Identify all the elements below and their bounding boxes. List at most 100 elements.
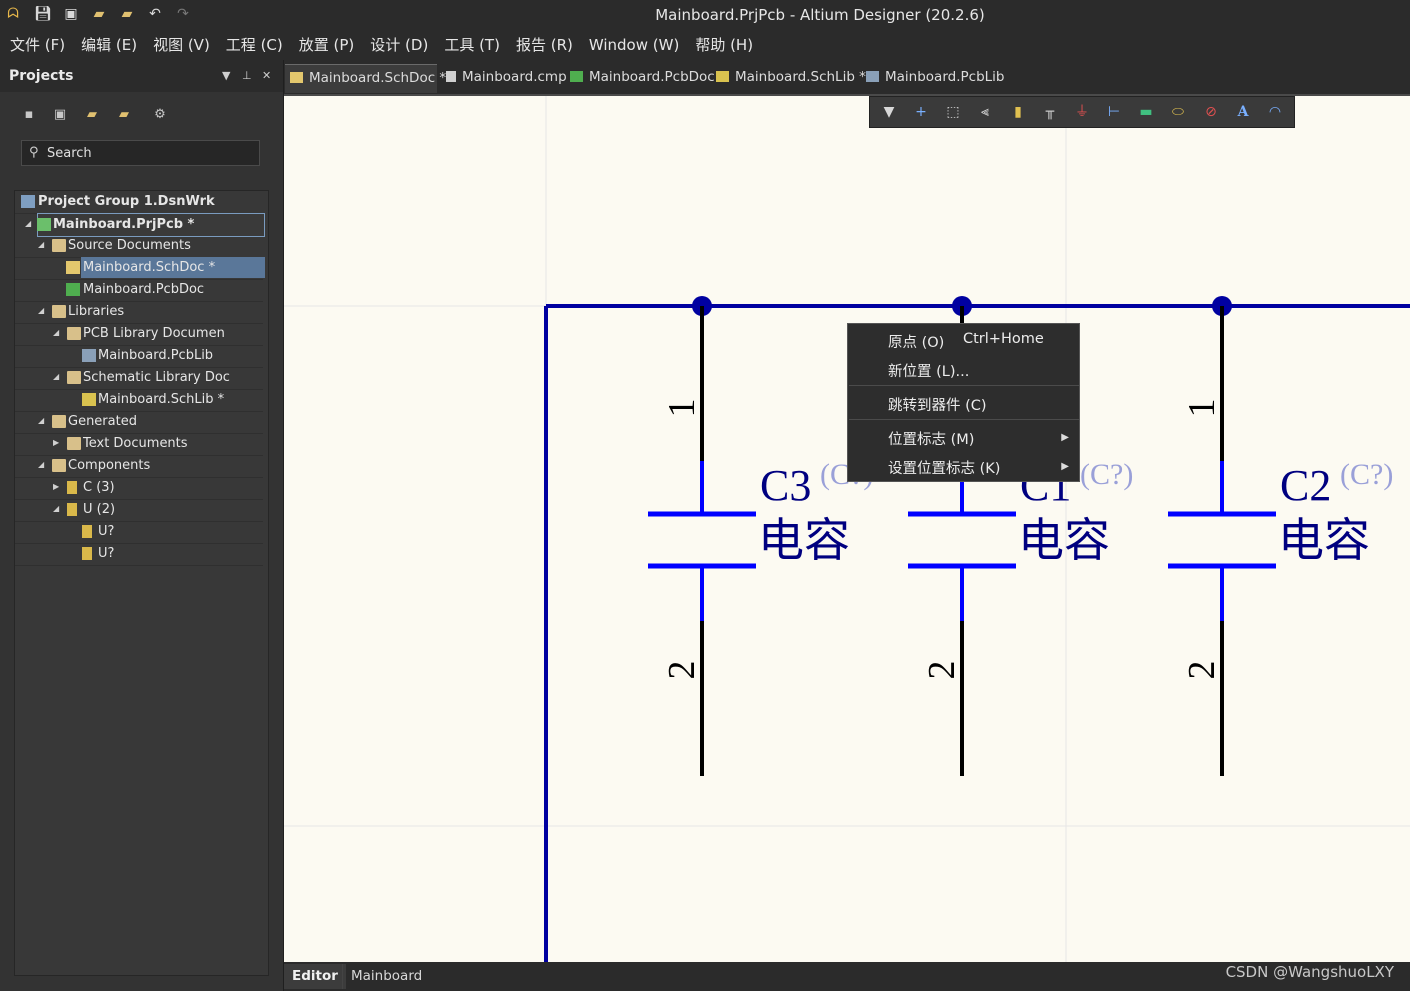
menu-window[interactable]: Window (W) <box>581 36 687 54</box>
pcb-project-icon <box>37 218 51 231</box>
text-icon[interactable]: A <box>1234 103 1252 121</box>
search-input[interactable]: ⚲ Search <box>21 140 260 166</box>
active-bar-toolbar: ▼ + ⬚ ⫷ ▮ ╥ ⏚ ⊢ ▬ ⬭ ⊘ A ◠ <box>869 96 1295 128</box>
tree-item-u1[interactable]: U? <box>15 521 263 544</box>
tab-schdoc[interactable]: Mainboard.SchDoc * <box>285 64 446 93</box>
save-project-icon[interactable]: ▪ <box>21 107 37 123</box>
filter-icon[interactable]: ▼ <box>880 103 898 121</box>
schematic-drawing[interactable]: 12C3(C?)电容12C1(C?)电容12C2(C?)电容 <box>284 96 1410 962</box>
component-comment: (C?) <box>1080 458 1133 491</box>
tree-item-component-u[interactable]: ◢ U (2) <box>15 499 263 522</box>
folder-icon <box>67 371 81 384</box>
tree-item-u2[interactable]: U? <box>15 543 263 566</box>
menu-item-origin[interactable]: 原点 (O) Ctrl+Home <box>888 331 1044 352</box>
menu-item-jump-to-component[interactable]: 跳转到器件 (C) <box>888 394 987 415</box>
tree-item-source-documents[interactable]: ◢ Source Documents <box>15 235 263 258</box>
tree-item-generated[interactable]: ◢ Generated <box>15 411 263 434</box>
port-icon[interactable]: ⬭ <box>1169 103 1187 121</box>
menu-view[interactable]: 视图 (V) <box>145 34 218 55</box>
expanded-arrow-icon[interactable]: ◢ <box>38 460 44 469</box>
tab-pcbdoc[interactable]: Mainboard.PcbDoc <box>570 64 715 92</box>
tree-item-schdoc[interactable]: Mainboard.SchDoc * <box>15 257 265 280</box>
pin-icon[interactable]: ⊥ <box>242 69 252 82</box>
menu-design[interactable]: 设计 (D) <box>362 34 436 55</box>
panel-menu-icon[interactable]: ▼ <box>222 69 230 82</box>
gear-icon[interactable]: ⚙ <box>152 107 168 123</box>
tree-item-schlib[interactable]: Mainboard.SchLib * <box>15 389 263 412</box>
expanded-arrow-icon[interactable]: ◢ <box>38 306 44 315</box>
open-icon[interactable]: ▰ <box>89 4 109 24</box>
tree-item-component-c[interactable]: ▶ C (3) <box>15 477 263 500</box>
component-value: 电容 <box>1018 513 1110 567</box>
expanded-arrow-icon[interactable]: ◢ <box>53 372 59 381</box>
collapsed-arrow-icon[interactable]: ▶ <box>53 482 59 491</box>
menu-bar: 文件 (F) 编辑 (E) 视图 (V) 工程 (C) 放置 (P) 设计 (D… <box>0 29 1410 60</box>
directive-icon[interactable]: ⊘ <box>1202 103 1220 121</box>
folder-settings-icon[interactable]: ▰ <box>116 107 132 123</box>
tree-item-pcbdoc[interactable]: Mainboard.PcbDoc <box>15 279 263 302</box>
undo-icon[interactable]: ↶ <box>145 4 165 24</box>
place-part-icon[interactable]: ▮ <box>1009 103 1027 121</box>
tab-pcblib[interactable]: Mainboard.PcbLib <box>866 64 1004 92</box>
bus-icon[interactable]: ╥ <box>1041 103 1059 121</box>
tree-item-prjpcb[interactable]: ◢ Mainboard.PrjPcb * <box>25 213 265 237</box>
menu-place[interactable]: 放置 (P) <box>291 34 363 55</box>
panel-header: Projects ▼ ⊥ ✕ <box>0 60 283 92</box>
tree-item-pcblib[interactable]: Mainboard.PcbLib <box>15 345 263 368</box>
tree-item-text-documents[interactable]: ▶ Text Documents <box>15 433 263 456</box>
tree-item-schematic-library-documents[interactable]: ◢ Schematic Library Doc <box>15 367 263 390</box>
save-all-project-icon[interactable]: ▣ <box>52 107 68 123</box>
tab-cmp[interactable]: Mainboard.cmp <box>444 64 567 92</box>
project-options-icon[interactable]: ▰ <box>84 107 100 123</box>
tab-editor[interactable]: Editor <box>284 964 346 989</box>
power-port-icon[interactable]: ⏚ <box>1073 103 1091 121</box>
menu-file[interactable]: 文件 (F) <box>2 34 73 55</box>
expanded-arrow-icon[interactable]: ◢ <box>38 416 44 425</box>
expanded-arrow-icon[interactable]: ◢ <box>38 240 44 249</box>
pin-1-number: 1 <box>661 399 703 418</box>
component-icon <box>82 525 92 538</box>
menu-item-new-location[interactable]: 新位置 (L)... <box>888 360 969 381</box>
tree-item-pcb-library-documents[interactable]: ◢ PCB Library Documen <box>15 323 263 346</box>
expanded-arrow-icon[interactable]: ◢ <box>53 504 59 513</box>
expanded-arrow-icon[interactable]: ◢ <box>53 328 59 337</box>
menu-help[interactable]: 帮助 (H) <box>687 34 761 55</box>
collapsed-arrow-icon[interactable]: ▶ <box>53 438 59 447</box>
title-bar: ᗣ 💾︎ ▣ ▰ ▰ ↶ ↷ Mainboard.PrjPcb - Altium… <box>0 0 1410 29</box>
tree-item-project-group[interactable]: Project Group 1.DsnWrk <box>15 191 263 214</box>
folder-icon <box>52 305 66 318</box>
wire-icon[interactable]: ⊢ <box>1105 103 1123 121</box>
arc-icon[interactable]: ◠ <box>1266 103 1284 121</box>
align-icon[interactable]: ⫷ <box>976 103 994 121</box>
menu-project[interactable]: 工程 (C) <box>218 34 291 55</box>
close-icon[interactable]: ✕ <box>262 69 271 82</box>
menu-separator <box>849 385 1079 386</box>
component-value: 电容 <box>1278 513 1370 567</box>
tree-item-components[interactable]: ◢ Components <box>15 455 263 478</box>
save-icon[interactable]: 💾︎ <box>33 4 53 24</box>
watermark: CSDN @WangshuoLXY <box>1225 963 1394 981</box>
panel-toolbar: ▪ ▣ ▰ ▰ ⚙ <box>0 100 283 130</box>
harness-icon[interactable]: ▬ <box>1137 103 1155 121</box>
expanded-arrow-icon[interactable]: ◢ <box>25 219 31 228</box>
schematic-canvas[interactable]: 12C3(C?)电容12C1(C?)电容12C2(C?)电容 <box>284 94 1410 962</box>
tab-mainboard[interactable]: Mainboard <box>342 964 430 989</box>
save-all-icon[interactable]: ▣ <box>61 4 81 24</box>
menu-reports[interactable]: 报告 (R) <box>508 34 581 55</box>
menu-tools[interactable]: 工具 (T) <box>436 34 508 55</box>
workspace-icon <box>21 195 35 208</box>
open-project-icon[interactable]: ▰ <box>117 4 137 24</box>
folder-icon <box>52 415 66 428</box>
altium-logo-icon[interactable]: ᗣ <box>3 4 23 24</box>
crosshair-icon[interactable]: + <box>912 103 930 121</box>
menu-item-location-marks[interactable]: 位置标志 (M) <box>888 428 1078 449</box>
menu-item-set-location-marks[interactable]: 设置位置标志 (K) <box>888 457 1078 478</box>
redo-icon[interactable]: ↷ <box>173 4 193 24</box>
submenu-arrow-icon: ▶ <box>1061 432 1069 443</box>
tree-item-libraries[interactable]: ◢ Libraries <box>15 301 263 324</box>
select-rectangle-icon[interactable]: ⬚ <box>944 103 962 121</box>
window-title: Mainboard.PrjPcb - Altium Designer (20.2… <box>655 6 985 24</box>
tab-schlib[interactable]: Mainboard.SchLib * <box>716 64 866 92</box>
menu-edit[interactable]: 编辑 (E) <box>73 34 145 55</box>
component-icon <box>67 503 77 516</box>
